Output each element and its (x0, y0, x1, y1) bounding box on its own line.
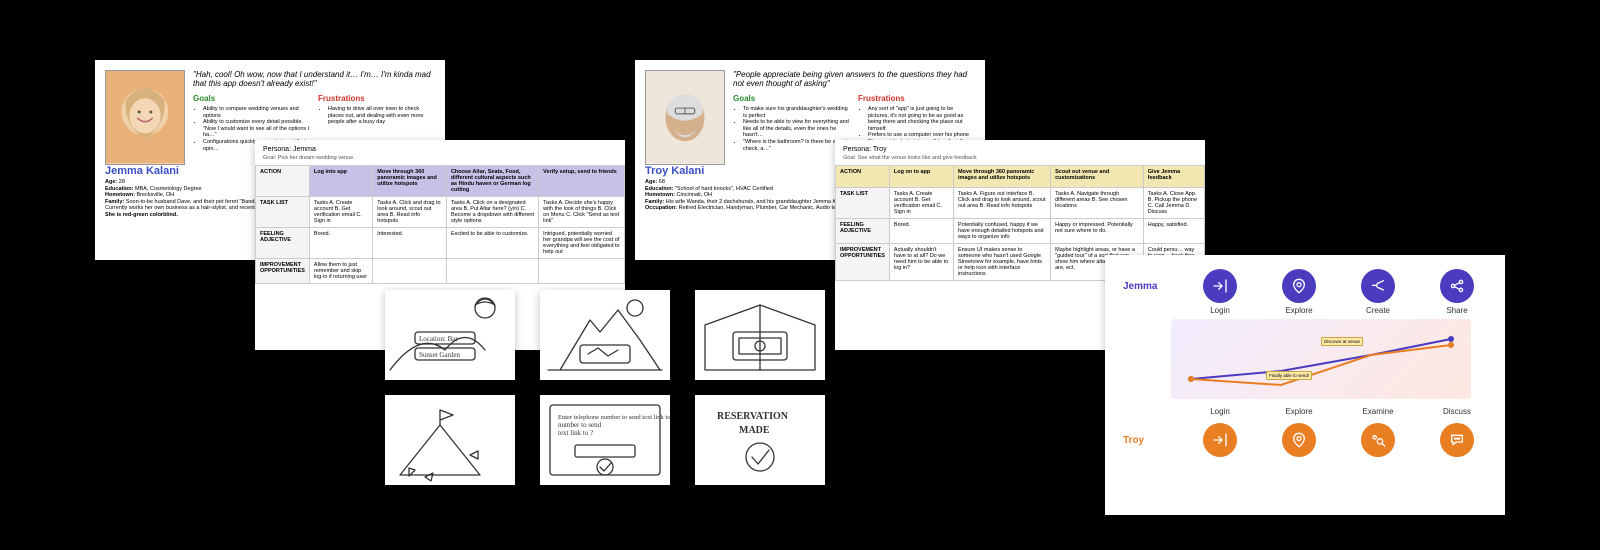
flow-step: Login (1190, 407, 1250, 416)
flow-step: Discuss (1427, 407, 1487, 416)
svg-text:RESERVATION: RESERVATION (717, 411, 789, 422)
goals-heading: Goals (193, 94, 310, 103)
create-icon (1361, 269, 1395, 303)
journey-title: Persona: Jemma (255, 140, 625, 155)
flow-user-jemma: Jemma (1123, 269, 1171, 292)
flow-step: Explore (1269, 407, 1329, 416)
table-row: TASK LISTTasks A. Create account B. Get … (256, 197, 625, 228)
storyboard-frame-3 (695, 290, 825, 380)
journey-goal: Goal: See what the venue looks like and … (835, 155, 1205, 165)
journey-table: ACTION Log into app Move through 360 pan… (255, 165, 625, 284)
user-flow-card: Jemma Login Explore Create Share Discove… (1105, 255, 1505, 515)
storyboard-frame-5: Enter telephone number to send text link… (540, 395, 670, 485)
svg-text:text link to ?: text link to ? (558, 429, 593, 437)
storyboard-frame-1: Location: Bar Sunset Garden (385, 290, 515, 380)
login-icon (1203, 269, 1237, 303)
explore-icon (1282, 269, 1316, 303)
table-row: FEELING ADJECTIVEBored.Potentially confu… (836, 219, 1205, 244)
table-row: FEELING ADJECTIVEBored.Interested.Excite… (256, 228, 625, 259)
explore-icon (1282, 423, 1316, 457)
frustrations-list: Having to drive all over town to check p… (328, 106, 435, 126)
storyboard-frame-6: RESERVATION MADE (695, 395, 825, 485)
frustrations-heading: Frustrations (858, 94, 975, 103)
flow-step: Login (1190, 269, 1250, 315)
table-row: IMPROVEMENT OPPORTUNITIESAllow them to j… (256, 259, 625, 284)
storyboard-frame-4 (385, 395, 515, 485)
frustrations-heading: Frustrations (318, 94, 435, 103)
storyboard-frame-2 (540, 290, 670, 380)
flow-step: Create (1348, 269, 1408, 315)
svg-text:number to send: number to send (558, 421, 602, 429)
flow-feeling-chart: Discover at venue Finally able to send! (1171, 319, 1471, 399)
journey-title: Persona: Troy (835, 140, 1205, 155)
journey-goal: Goal: Pick her dream wedding venue. (255, 155, 625, 165)
svg-text:Location: Bar: Location: Bar (419, 335, 458, 343)
svg-text:Sunset Garden: Sunset Garden (419, 351, 461, 359)
avatar (105, 70, 185, 165)
svg-text:Enter telephone number to send: Enter telephone number to send text link… (558, 414, 670, 421)
examine-icon (1361, 423, 1395, 457)
avatar (645, 70, 725, 165)
goals-heading: Goals (733, 94, 850, 103)
flow-step (1190, 423, 1250, 460)
svg-text:MADE: MADE (739, 425, 770, 436)
flow-user-troy: Troy (1123, 423, 1171, 446)
flow-step (1348, 423, 1408, 460)
goals-list: To make sure his granddaughter's wedding… (743, 106, 850, 152)
flow-step: Share (1427, 269, 1487, 315)
chart-annotation: Finally able to send! (1266, 371, 1312, 380)
discuss-icon (1440, 423, 1474, 457)
flow-step: Examine (1348, 407, 1408, 416)
share-icon (1440, 269, 1474, 303)
chart-annotation: Discover at venue (1321, 337, 1363, 346)
login-icon (1203, 423, 1237, 457)
flow-step (1427, 423, 1487, 460)
flow-step: Explore (1269, 269, 1329, 315)
table-row: TASK LISTTasks A. Create account B. Get … (836, 188, 1205, 219)
flow-step (1269, 423, 1329, 460)
